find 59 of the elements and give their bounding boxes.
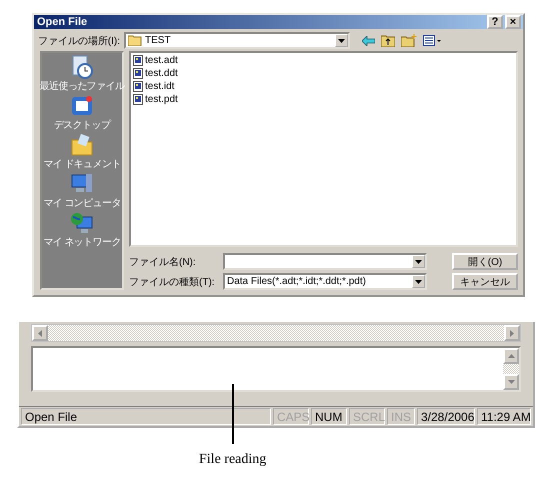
folder-icon [128, 35, 142, 46]
file-icon [133, 55, 143, 66]
file-item[interactable]: test.pdt [145, 94, 178, 105]
clock-document-icon [70, 55, 94, 79]
place-item[interactable]: マイ コンピュータ [43, 196, 121, 210]
globe-computer-icon [70, 211, 94, 235]
caret-icon [338, 38, 345, 42]
file-name-field[interactable] [223, 253, 427, 270]
file-item[interactable]: test.idt [145, 81, 174, 92]
key-indicator: NUM [311, 408, 347, 425]
key-indicator: CAPS [273, 408, 309, 425]
file-item[interactable]: test.ddt [145, 68, 178, 79]
folder-icon [70, 133, 94, 157]
file-icon [133, 81, 143, 92]
scroll-up-button[interactable] [503, 348, 519, 364]
figure-caption: File reading [199, 452, 266, 468]
place-item[interactable]: マイ ドキュメント [43, 157, 121, 171]
output-text-area[interactable] [31, 346, 521, 392]
new-folder-icon[interactable] [401, 34, 417, 47]
file-type-label: ファイルの種類(T): [129, 276, 216, 288]
view-menu-icon[interactable] [423, 35, 441, 46]
status-date: 3/28/2006 [417, 408, 475, 425]
leader-line [232, 384, 234, 444]
dropdown-button[interactable] [412, 275, 425, 288]
window-title: Open File [37, 16, 88, 28]
place-item[interactable]: マイ ネットワーク [43, 235, 121, 249]
right-arrow-icon [510, 330, 514, 336]
help-button[interactable]: ? [487, 15, 503, 29]
scroll-right-button[interactable] [504, 325, 520, 341]
up-arrow-icon [508, 354, 514, 358]
up-folder-icon[interactable] [381, 34, 395, 46]
file-type-value: Data Files(*.adt;*.idt;*.ddt;*.pdt) [227, 276, 366, 287]
scroll-down-button[interactable] [503, 374, 519, 390]
dropdown-button[interactable] [412, 255, 425, 268]
file-type-dropdown[interactable]: Data Files(*.adt;*.idt;*.ddt;*.pdt) [223, 273, 427, 290]
cancel-button[interactable]: キャンセル [452, 273, 518, 290]
file-name-label: ファイル名(N): [129, 256, 197, 268]
place-item[interactable]: デスクトップ [54, 118, 110, 132]
status-time: 11:29 AM [477, 408, 531, 425]
look-in-label: ファイルの場所(I): [36, 34, 120, 48]
caret-icon [415, 260, 422, 264]
status-message: Open File [21, 408, 271, 425]
back-arrow-icon[interactable] [362, 36, 375, 46]
file-icon [133, 68, 143, 79]
desktop-icon [70, 94, 94, 118]
left-arrow-icon [38, 330, 42, 336]
caret-icon [415, 280, 422, 284]
close-button[interactable]: × [505, 15, 521, 29]
file-icon [133, 94, 143, 105]
open-button[interactable]: 開く(O) [452, 253, 518, 270]
dropdown-button[interactable] [335, 34, 348, 47]
horizontal-scrollbar[interactable] [31, 324, 521, 342]
scroll-left-button[interactable] [32, 325, 48, 341]
folder-name: TEST [145, 35, 171, 46]
look-in-dropdown[interactable]: TEST [124, 32, 350, 49]
vertical-scrollbar[interactable] [503, 348, 519, 390]
down-arrow-icon [508, 380, 514, 384]
key-indicator: SCRL [349, 408, 385, 425]
file-item[interactable]: test.adt [145, 55, 178, 66]
